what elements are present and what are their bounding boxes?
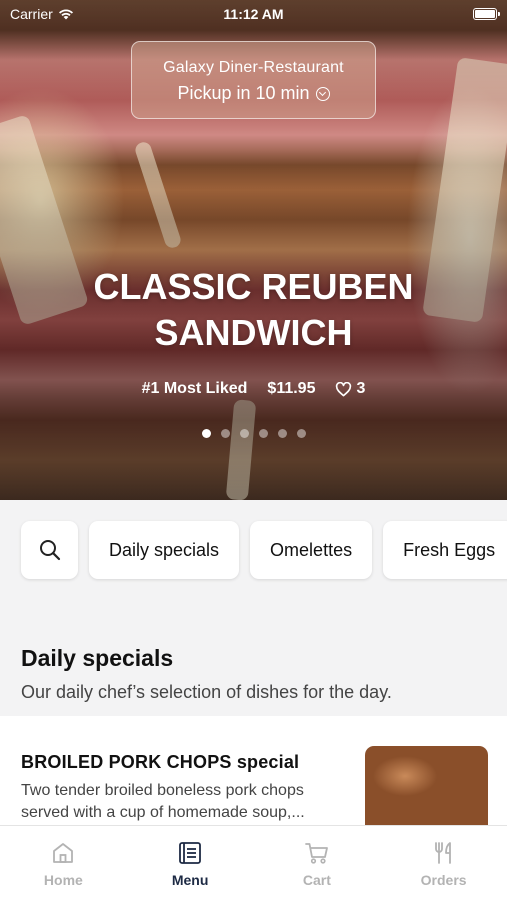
pickup-selector[interactable]: Galaxy Diner-Restaurant Pickup in 10 min xyxy=(131,41,376,119)
search-button[interactable] xyxy=(21,521,78,579)
likes-indicator[interactable]: 3 xyxy=(335,380,365,398)
status-bar: Carrier 11:12 AM xyxy=(0,0,507,28)
category-chip-fresh-eggs[interactable]: Fresh Eggs xyxy=(383,521,507,579)
heart-icon xyxy=(336,381,352,396)
hero-image-decoration xyxy=(225,399,257,500)
carousel-dot[interactable] xyxy=(296,429,306,438)
carousel-dot[interactable] xyxy=(258,429,268,438)
tab-orders[interactable]: Orders xyxy=(380,826,507,900)
tab-label: Menu xyxy=(171,872,209,888)
menu-item-description: Two tender broiled boneless pork chops s… xyxy=(21,782,305,821)
tab-label: Cart xyxy=(302,872,331,888)
home-icon xyxy=(53,843,74,863)
carousel-dot[interactable] xyxy=(277,429,287,438)
menu-item-card[interactable]: BROILED PORK CHOPS special Two tender br… xyxy=(0,716,507,836)
tab-label: Home xyxy=(43,872,83,888)
carousel-dot[interactable] xyxy=(239,429,249,438)
category-bar: Daily specials Omelettes Fresh Eggs xyxy=(21,521,507,579)
carousel-dot[interactable] xyxy=(201,429,211,438)
menu-item-image xyxy=(365,746,488,836)
section-subtitle: Our daily chef’s selection of dishes for… xyxy=(21,682,392,702)
pickup-time: Pickup in 10 min xyxy=(177,83,310,103)
likes-count: 3 xyxy=(356,380,366,397)
hero-title-line: SANDWICH xyxy=(154,312,353,353)
menu-item-name: BROILED PORK CHOPS special xyxy=(21,752,300,772)
category-chip-omelettes[interactable]: Omelettes xyxy=(250,521,373,579)
tab-cart[interactable]: Cart xyxy=(254,826,381,900)
menu-book-icon xyxy=(179,842,202,864)
hero-title: CLASSIC REUBEN SANDWICH xyxy=(0,264,507,356)
carousel-indicator[interactable] xyxy=(0,429,507,438)
price-label: $11.95 xyxy=(267,380,316,397)
category-chip-daily-specials[interactable]: Daily specials xyxy=(89,521,240,579)
tab-home[interactable]: Home xyxy=(0,826,127,900)
restaurant-name: Galaxy Diner-Restaurant xyxy=(163,59,344,76)
section-title: Daily specials xyxy=(21,645,174,671)
battery-icon xyxy=(473,8,500,20)
hero-image-decoration xyxy=(133,140,183,250)
carousel-dot[interactable] xyxy=(220,429,230,438)
rank-label: #1 Most Liked xyxy=(141,380,248,397)
chevron-down-circle-icon xyxy=(315,86,330,101)
hero-title-line: CLASSIC REUBEN xyxy=(93,266,414,307)
cart-icon xyxy=(304,843,328,864)
pickup-time-row: Pickup in 10 min xyxy=(132,83,375,104)
status-time: 11:12 AM xyxy=(223,6,284,22)
search-icon xyxy=(39,540,60,561)
tab-bar: Home Menu Cart Orders xyxy=(0,825,507,900)
tab-menu[interactable]: Menu xyxy=(127,826,254,900)
tab-label: Orders xyxy=(420,872,467,888)
fork-knife-icon xyxy=(434,842,451,864)
hero-meta: #1 Most Liked $11.95 3 xyxy=(0,380,507,398)
